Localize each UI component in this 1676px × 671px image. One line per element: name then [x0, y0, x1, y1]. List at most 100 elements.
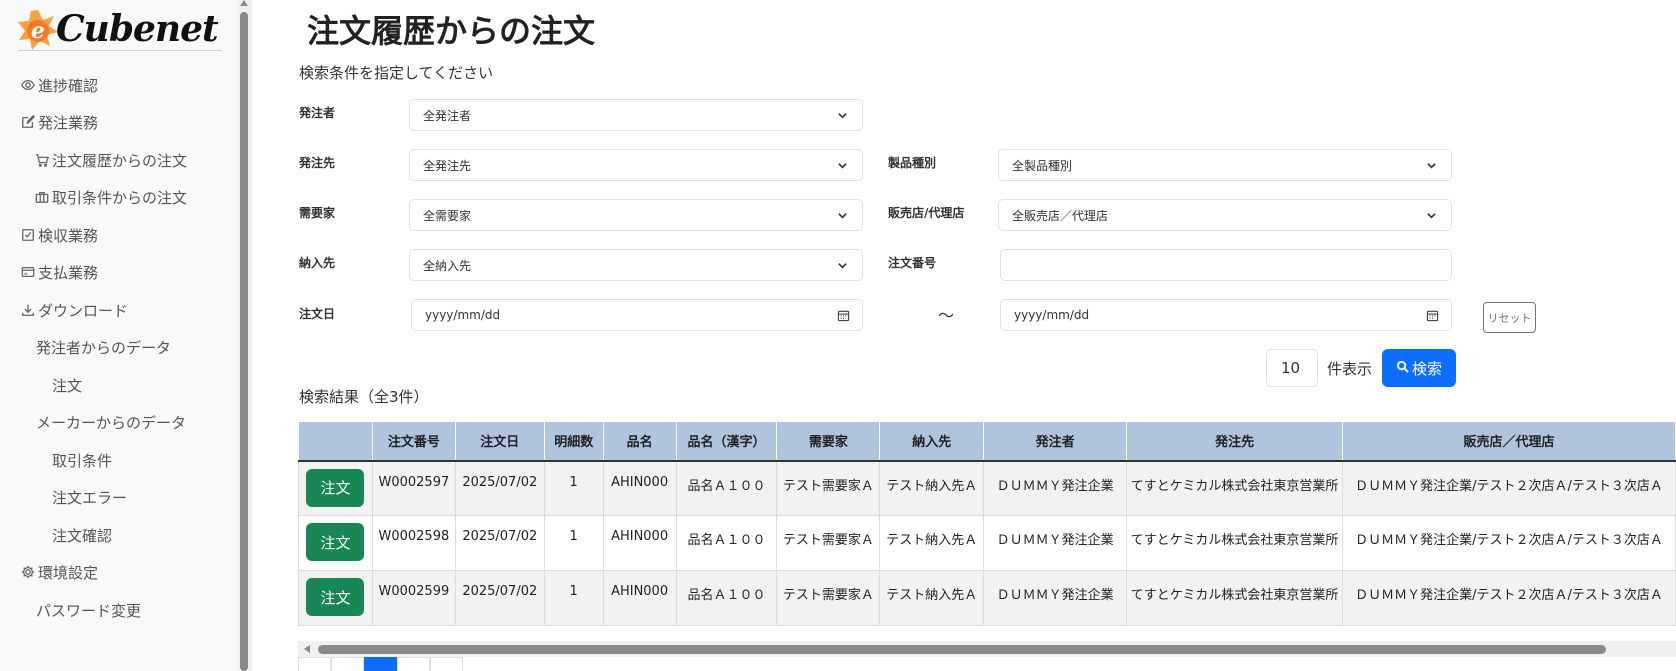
scroll-up-arrow-icon[interactable]: [240, 0, 248, 6]
sidebar-item-label: 注文履歴からの注文: [52, 151, 188, 170]
chevron-down-icon: [837, 110, 848, 121]
column-header-order-number[interactable]: 注文番号: [371, 421, 456, 462]
scroll-left-arrow-icon[interactable]: [304, 645, 310, 653]
date-range-separator: 〜: [938, 306, 955, 325]
table-horizontal-scrollbar[interactable]: [298, 641, 1676, 657]
chevron-down-icon: [1426, 160, 1437, 171]
sidebar-scrollbar[interactable]: [238, 0, 252, 671]
pagination-page[interactable]: [331, 657, 364, 671]
table-cell: テスト需要家Ａ: [776, 460, 881, 516]
orderer-select[interactable]: 全発注者: [409, 99, 863, 131]
calendar-icon[interactable]: [1426, 309, 1439, 322]
sidebar-item-order-from-terms[interactable]: 取引条件からの注文: [34, 182, 187, 212]
order-number-input[interactable]: [1000, 249, 1452, 281]
column-header-customer[interactable]: 需要家: [776, 421, 881, 462]
order-date-from-placeholder: yyyy/mm/dd: [425, 308, 501, 322]
sidebar-item-data-from-orderer[interactable]: 発注者からのデータ: [36, 332, 171, 362]
table-cell: 注文: [298, 515, 373, 571]
table-cell: てすとケミカル株式会社東京営業所: [1126, 570, 1344, 626]
results-table: 注文番号 注文日 明細数 品名 品名（漢字） 需要家 納入先 発注者 発注先 販…: [298, 421, 1676, 626]
calendar-icon[interactable]: [837, 309, 850, 322]
page-size-input[interactable]: 10: [1266, 349, 1318, 387]
table-cell: W0002598: [371, 515, 456, 571]
column-header-delivery[interactable]: 納入先: [879, 421, 985, 462]
order-date-to-input[interactable]: yyyy/mm/dd: [1000, 299, 1452, 331]
table-cell: 1: [543, 570, 604, 626]
order-button[interactable]: 注文: [306, 523, 365, 561]
sidebar-item-download[interactable]: ダウンロード: [20, 295, 128, 325]
column-header-supplier[interactable]: 発注先: [1126, 421, 1344, 462]
sidebar-item-data-from-maker[interactable]: メーカーからのデータ: [36, 407, 186, 437]
sidebar-item-label: 取引条件からの注文: [52, 188, 188, 207]
chevron-down-icon: [1426, 210, 1437, 221]
pagination-prev[interactable]: [298, 657, 331, 671]
sidebar-item-password-change[interactable]: パスワード変更: [36, 595, 141, 625]
sidebar-item-trade-terms[interactable]: 取引条件: [52, 445, 112, 475]
table-cell: テスト納入先Ａ: [879, 515, 985, 571]
pagination-page[interactable]: [397, 657, 430, 671]
logo[interactable]: e Cubenet: [18, 8, 223, 50]
search-button[interactable]: 検索: [1382, 349, 1456, 387]
table-cell: 注文: [298, 460, 373, 516]
table-cell: テスト納入先Ａ: [879, 570, 985, 626]
sidebar-item-order-from-history[interactable]: 注文履歴からの注文: [34, 145, 187, 175]
sidebar-item-label: 注文確認: [52, 526, 113, 545]
app: e Cubenet 進捗確認 発注業務 注文履歴からの注文 取引条件からの注文: [0, 0, 1676, 671]
sidebar-item-orders[interactable]: 注文: [52, 370, 82, 400]
sidebar-item-label: 発注者からのデータ: [36, 338, 172, 357]
search-icon: [1396, 359, 1409, 377]
sidebar-item-label: パスワード変更: [36, 601, 142, 620]
customer-select[interactable]: 全需要家: [409, 199, 863, 231]
pagination-page-current[interactable]: [364, 657, 397, 671]
table-cell: W0002599: [371, 570, 456, 626]
column-header-dealer[interactable]: 販売店／代理店: [1342, 421, 1676, 462]
chevron-down-icon: [837, 160, 848, 171]
product-type-label: 製品種別: [888, 156, 937, 170]
sidebar-item-inspection[interactable]: 検収業務: [20, 220, 98, 250]
column-header-order-date[interactable]: 注文日: [454, 421, 545, 462]
table-cell: ＤＵＭＭＹ発注企業: [983, 570, 1128, 626]
product-type-select[interactable]: 全製品種別: [998, 149, 1452, 181]
sidebar-item-label: ダウンロード: [38, 301, 129, 320]
table-cell: W0002597: [371, 460, 456, 516]
product-type-select-value: 全製品種別: [1012, 158, 1073, 173]
sidebar-item-ordering[interactable]: 発注業務: [20, 107, 98, 137]
chevron-down-icon: [837, 210, 848, 221]
results-title: 検索結果（全3件）: [299, 388, 429, 406]
supplier-select-value: 全発注先: [423, 158, 472, 173]
sidebar-item-order-confirm[interactable]: 注文確認: [52, 520, 112, 550]
pagination-next[interactable]: [430, 657, 463, 671]
sidebar-item-order-errors[interactable]: 注文エラー: [52, 482, 127, 512]
customer-select-value: 全需要家: [423, 208, 472, 223]
scrollbar-thumb[interactable]: [240, 12, 248, 671]
sidebar-item-progress[interactable]: 進捗確認: [20, 70, 98, 100]
column-header-item[interactable]: 品名: [602, 421, 677, 462]
delivery-select[interactable]: 全納入先: [409, 249, 863, 281]
supplier-select[interactable]: 全発注先: [409, 149, 863, 181]
column-header-orderer[interactable]: 発注者: [983, 421, 1128, 462]
orderer-label: 発注者: [299, 106, 336, 120]
gear-icon: [20, 564, 36, 580]
results-table-container: 注文番号 注文日 明細数 品名 品名（漢字） 需要家 納入先 発注者 発注先 販…: [298, 421, 1676, 626]
cart-icon: [34, 152, 50, 168]
sidebar-item-label: 注文: [52, 376, 83, 395]
main-content: 注文履歴からの注文 検索条件を指定してください 発注者 全発注者 発注先 全発注…: [252, 0, 1676, 671]
sidebar-item-payment[interactable]: 支払業務: [20, 257, 98, 287]
table-cell: テスト需要家Ａ: [776, 515, 881, 571]
scrollbar-thumb[interactable]: [318, 645, 1606, 654]
order-number-label: 注文番号: [888, 256, 937, 270]
table-cell: AHIN000: [602, 515, 677, 571]
sidebar-item-settings[interactable]: 環境設定: [20, 557, 98, 587]
reset-button[interactable]: リセット: [1483, 302, 1536, 333]
table-cell: ＤＵＭＭＹ発注企業/テスト２次店Ａ/テスト３次店Ａ: [1342, 570, 1676, 626]
dealer-select[interactable]: 全販売店／代理店: [998, 199, 1452, 231]
sidebar-item-label: 注文エラー: [52, 488, 128, 507]
table-cell: 品名Ａ１００: [675, 570, 778, 626]
order-button[interactable]: 注文: [306, 578, 365, 616]
order-button[interactable]: 注文: [306, 468, 365, 507]
sidebar-item-label: 検収業務: [38, 226, 99, 245]
column-header-item-kanji[interactable]: 品名（漢字）: [675, 421, 778, 462]
column-header-line-count[interactable]: 明細数: [543, 421, 604, 462]
order-date-from-input[interactable]: yyyy/mm/dd: [411, 299, 863, 331]
table-cell: 2025/07/02: [454, 515, 545, 571]
